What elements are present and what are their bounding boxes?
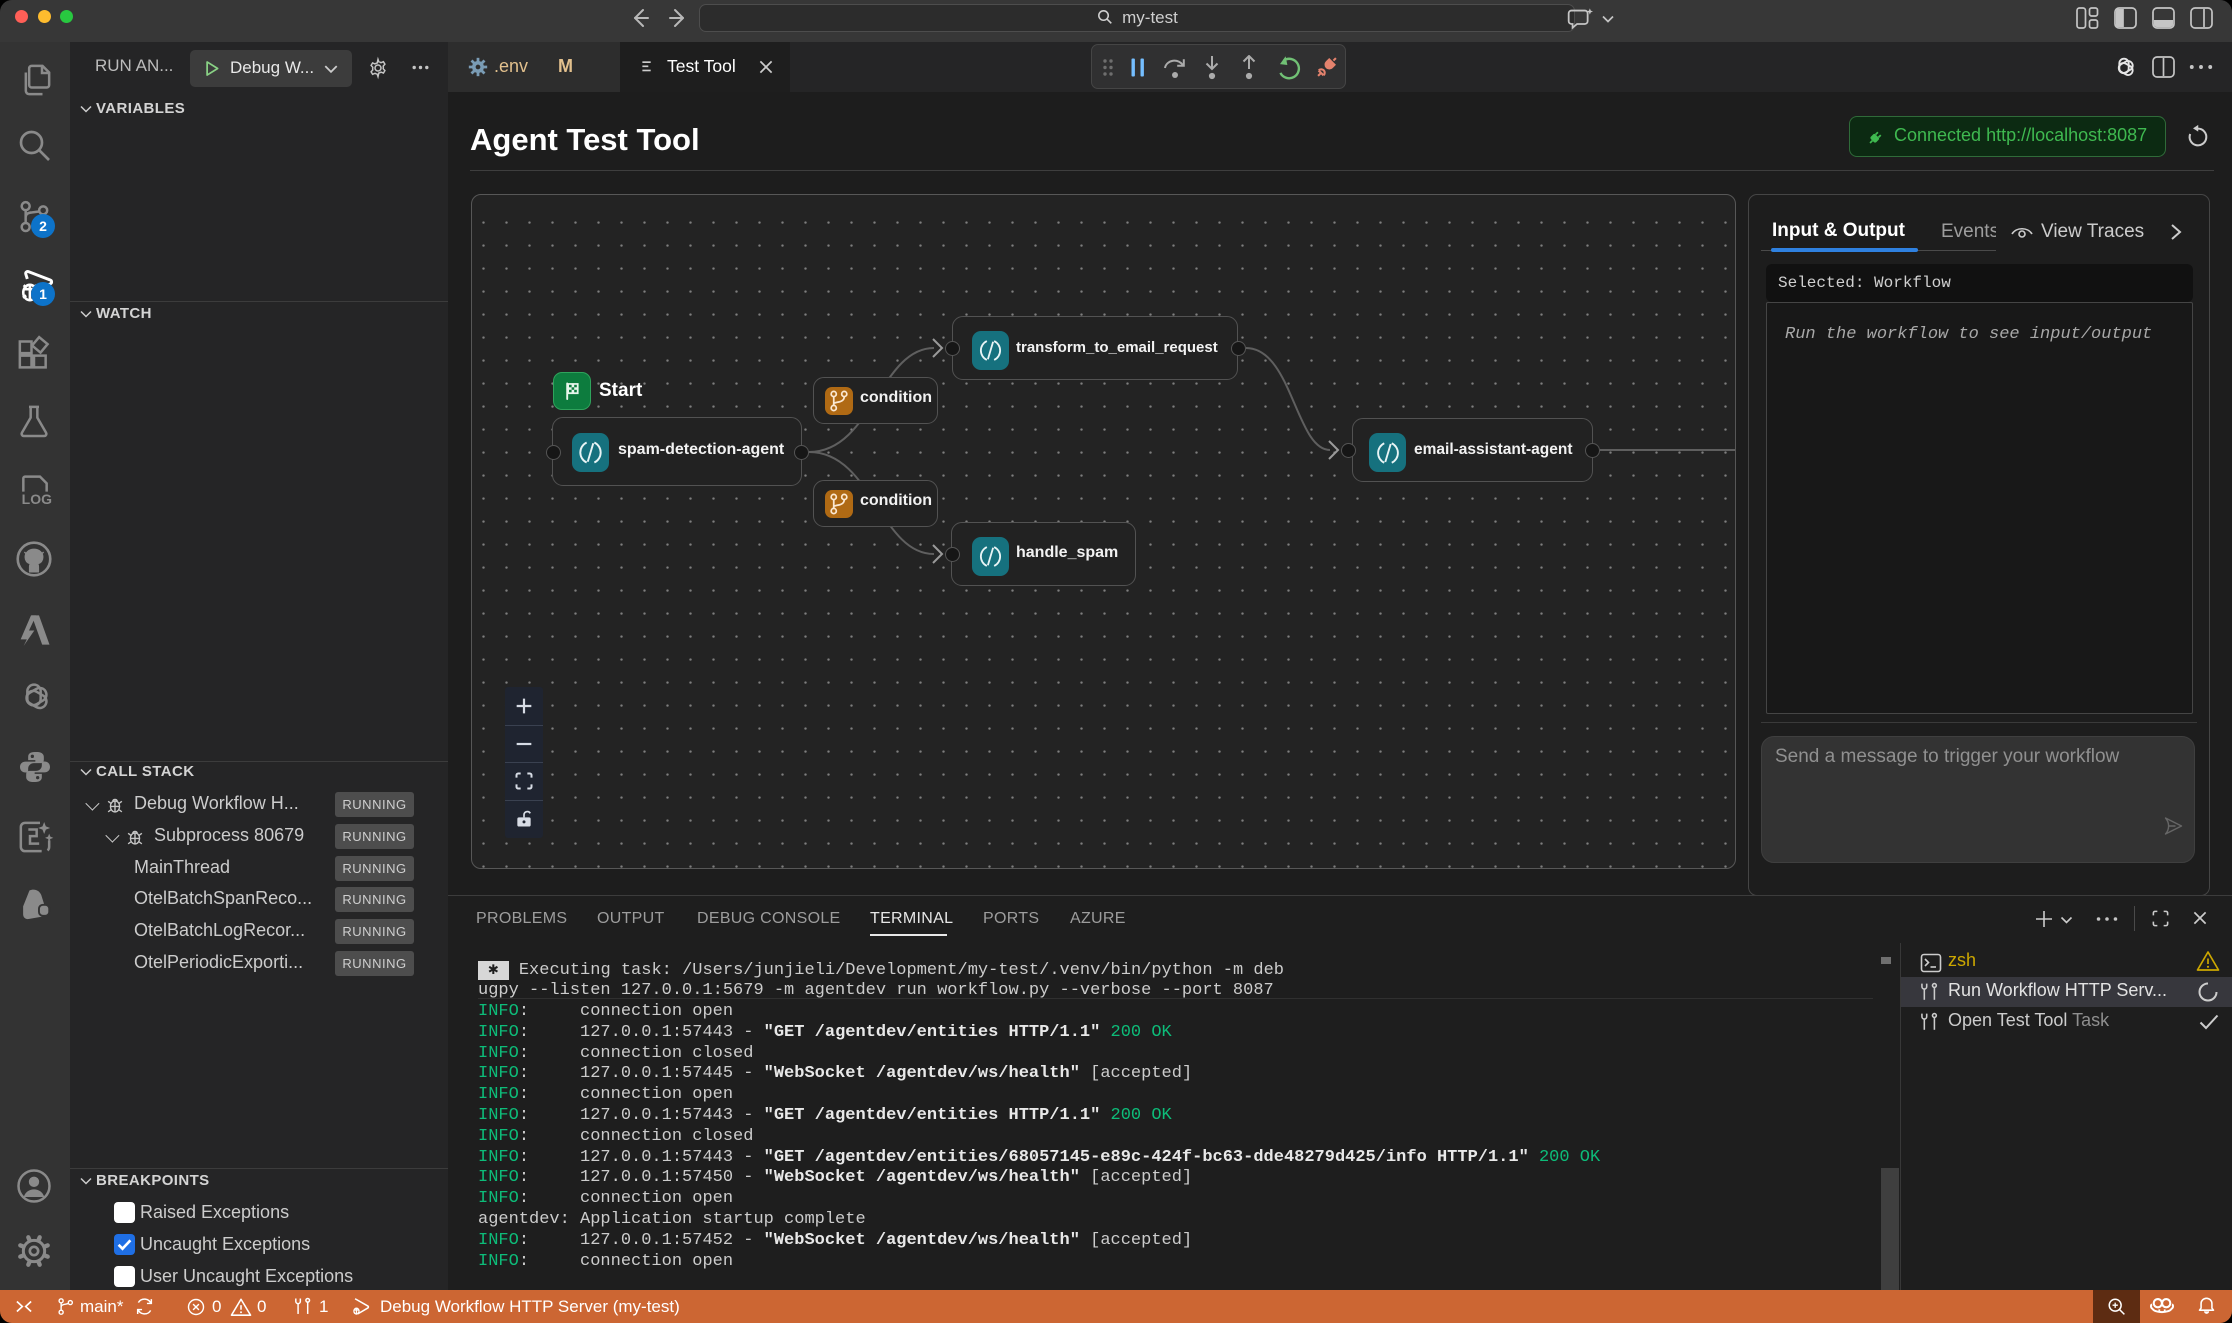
svg-text:LOG: LOG — [22, 491, 52, 507]
